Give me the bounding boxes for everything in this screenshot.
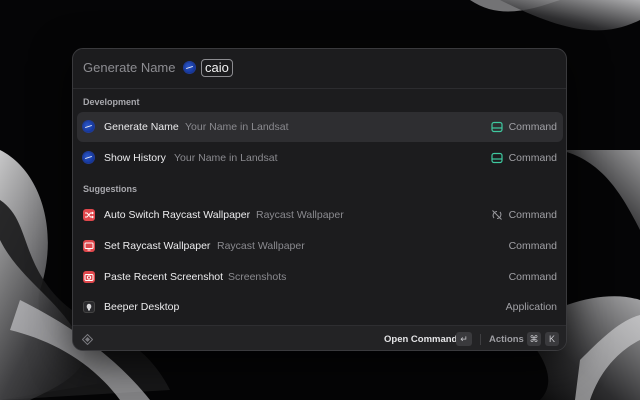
footer-divider xyxy=(480,334,481,345)
list-item-generate-name[interactable]: Generate Name Your Name in Landsat Comma… xyxy=(77,112,563,142)
hard-drive-icon xyxy=(491,152,503,164)
section-header-development: Development xyxy=(83,97,140,107)
item-accessory: Application xyxy=(505,301,557,313)
item-accessory: Command xyxy=(508,240,557,252)
list-item-auto-switch-wallpaper[interactable]: Auto Switch Raycast Wallpaper Raycast Wa… xyxy=(77,200,563,230)
item-accessory: Command xyxy=(508,152,557,164)
beeper-icon xyxy=(83,301,95,313)
actions-button[interactable]: Actions xyxy=(489,334,524,345)
raycast-logo-icon[interactable] xyxy=(82,334,93,345)
item-title: Show History xyxy=(104,152,166,164)
shuffle-icon xyxy=(83,209,95,221)
nasa-logo-icon xyxy=(83,152,94,163)
search-bar: Generate Name caio xyxy=(73,49,566,89)
section-header-suggestions: Suggestions xyxy=(83,184,138,194)
open-command-button[interactable]: Open Command xyxy=(384,334,457,345)
list-item-paste-screenshot[interactable]: Paste Recent Screenshot Screenshots Comm… xyxy=(77,262,563,292)
action-bar: Open Command ↵ Actions ⌘ K xyxy=(73,325,566,350)
item-title: Auto Switch Raycast Wallpaper xyxy=(104,209,251,221)
item-accessory: Command xyxy=(508,271,557,283)
list-item-set-wallpaper[interactable]: Set Raycast Wallpaper Raycast Wallpaper … xyxy=(77,231,563,261)
enter-key-icon: ↵ xyxy=(456,332,472,346)
item-title: Set Raycast Wallpaper xyxy=(104,240,211,252)
list-item-beeper-desktop[interactable]: Beeper Desktop Application xyxy=(77,292,563,322)
item-title: Beeper Desktop xyxy=(104,301,180,313)
search-input[interactable]: caio xyxy=(201,59,233,77)
wallpaper-icon xyxy=(83,240,95,252)
command-title: Generate Name xyxy=(83,60,176,75)
hard-drive-icon xyxy=(491,121,503,133)
k-key: K xyxy=(545,332,559,346)
nasa-logo-icon xyxy=(83,121,94,132)
item-subtitle: Your Name in Landsat xyxy=(185,121,289,133)
item-subtitle: Raycast Wallpaper xyxy=(217,240,305,252)
item-accessory: Command xyxy=(508,209,557,221)
item-title: Generate Name xyxy=(104,121,179,133)
camera-icon xyxy=(83,271,95,283)
nasa-logo-icon xyxy=(184,62,195,73)
command-key-icon: ⌘ xyxy=(527,332,541,346)
item-title: Paste Recent Screenshot xyxy=(104,271,224,283)
item-subtitle: Screenshots xyxy=(228,271,287,283)
item-accessory: Command xyxy=(508,121,557,133)
list-item-show-history[interactable]: Show History Your Name in Landsat Comman… xyxy=(77,143,563,173)
raycast-window: Generate Name caio Development Generate … xyxy=(72,48,567,351)
item-subtitle: Raycast Wallpaper xyxy=(256,209,344,221)
item-subtitle: Your Name in Landsat xyxy=(174,152,278,164)
no-sync-icon xyxy=(492,210,502,220)
